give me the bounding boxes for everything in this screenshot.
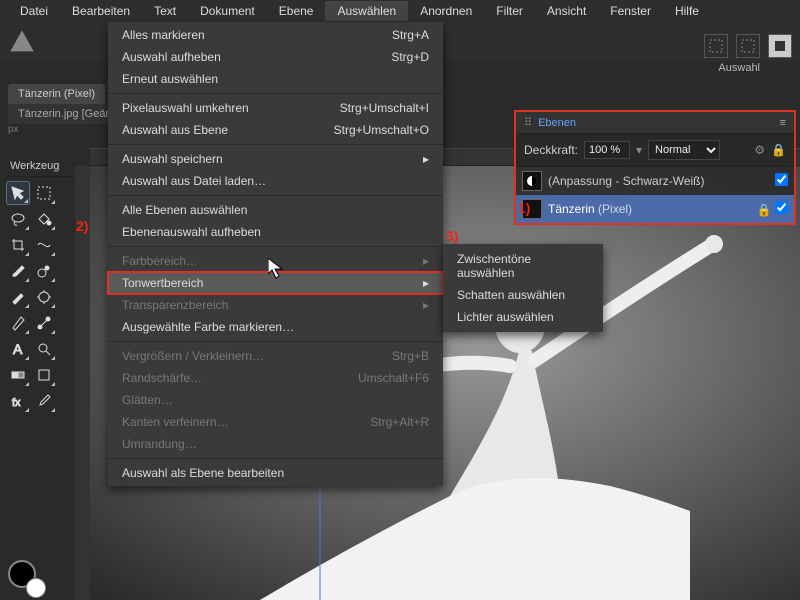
auswaehlen-menu: Alles markierenStrg+AAuswahl aufhebenStr… [108,22,443,486]
mode-box-1[interactable] [704,34,728,58]
svg-text:fx: fx [12,397,21,409]
submenu-item[interactable]: Zwischentöne auswählen [443,248,603,284]
tonwertbereich-submenu: Zwischentöne auswählenSchatten auswählen… [443,244,603,332]
menu-dokument[interactable]: Dokument [188,1,267,21]
tool-gradient[interactable] [6,363,30,387]
submenu-item[interactable]: Lichter auswählen [443,306,603,328]
menu-item[interactable]: Auswahl aus Datei laden… [108,170,443,192]
mode-box-2[interactable] [736,34,760,58]
menu-item[interactable]: Auswahl speichern▸ [108,148,443,170]
layer-row[interactable]: (Anpassung - Schwarz-Weiß) [516,167,794,195]
menu-ebene[interactable]: Ebene [267,1,326,21]
menu-item[interactable]: Ausgewählte Farbe markieren… [108,316,443,338]
menu-bearbeiten[interactable]: Bearbeiten [60,1,142,21]
menu-item[interactable]: Auswahl aus EbeneStrg+Umschalt+O [108,119,443,141]
menu-item[interactable]: Ebenenauswahl aufheben [108,221,443,243]
panel-menu-icon[interactable]: ≡ [780,117,786,129]
tool-selection[interactable] [32,181,56,205]
document-context-tab[interactable]: Tänzerin (Pixel) [8,84,105,104]
mode-box-3[interactable] [768,34,792,58]
tool-flood[interactable] [32,207,56,231]
tool-clone[interactable] [32,259,56,283]
opacity-label: Deckkraft: [524,143,578,157]
menu-item: Randschärfe…Umschalt+F6 [108,367,443,389]
blend-mode-select[interactable]: Normal [648,140,720,160]
menu-text[interactable]: Text [142,1,188,21]
menu-item[interactable]: Alle Ebenen auswählen [108,199,443,221]
lock-icon[interactable]: 🔒 [771,143,786,157]
layer-visibility-checkbox[interactable] [775,173,788,186]
annotation-2: 2) [76,218,88,234]
menu-item: Vergrößern / Verkleinern…Strg+B [108,345,443,367]
menu-item: Transparenzbereich▸ [108,294,443,316]
submenu-item[interactable]: Schatten auswählen [443,284,603,306]
auswahl-label: Auswahl [718,62,760,74]
menu-item[interactable]: Pixelauswahl umkehrenStrg+Umschalt+I [108,97,443,119]
menu-fenster[interactable]: Fenster [598,1,663,21]
layer-visibility-checkbox[interactable] [775,201,788,214]
tool-dodge[interactable] [32,285,56,309]
tool-fx[interactable]: fx [6,389,30,413]
menu-anordnen[interactable]: Anordnen [408,1,484,21]
menu-item[interactable]: Alles markierenStrg+A [108,24,443,46]
menu-hilfe[interactable]: Hilfe [663,1,711,21]
menu-filter[interactable]: Filter [484,1,535,21]
tool-zoom[interactable] [32,337,56,361]
tool-nodes[interactable] [32,311,56,335]
layers-tab[interactable]: Ebenen [538,117,576,129]
opacity-input[interactable] [584,141,630,159]
menu-item: Glätten… [108,389,443,411]
layers-panel: ⠿ Ebenen ≡ Deckkraft: ▾ Normal ⚙ 🔒 (Anpa… [514,110,796,225]
tool-lasso[interactable] [6,207,30,231]
units-label: px [8,124,19,135]
menu-item: Umrandung… [108,433,443,455]
menu-item: Kanten verfeinern…Strg+Alt+R [108,411,443,433]
cursor-icon [268,258,288,280]
menu-item[interactable]: Auswahl aufhebenStrg+D [108,46,443,68]
layer-row[interactable]: Tänzerin (Pixel)🔒 [516,195,794,223]
annotation-1: 1) [518,200,530,216]
tool-warp[interactable] [32,233,56,257]
tool-text[interactable]: A [6,337,30,361]
tool-brush[interactable] [6,259,30,283]
tool-picker[interactable] [32,389,56,413]
tools-panel-title: Werkzeug [6,156,76,177]
menu-ansicht[interactable]: Ansicht [535,1,598,21]
menu-auswählen[interactable]: Auswählen [325,1,408,21]
menu-datei[interactable]: Datei [8,1,60,21]
gear-icon[interactable]: ⚙ [754,143,765,157]
tool-crop[interactable] [6,233,30,257]
svg-text:A: A [13,341,23,357]
tool-move[interactable] [6,181,30,205]
menu-item[interactable]: Auswahl als Ebene bearbeiten [108,462,443,484]
annotation-3: 3) [446,228,458,244]
tool-pen[interactable] [6,311,30,335]
menu-item[interactable]: Erneut auswählen [108,68,443,90]
tool-shape[interactable] [32,363,56,387]
tool-retouch[interactable] [6,285,30,309]
app-logo [8,28,36,56]
